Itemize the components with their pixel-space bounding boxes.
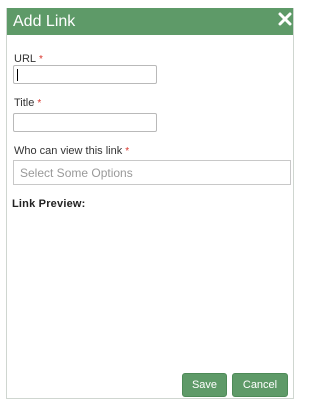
title-input[interactable] [13,113,157,132]
viewers-label: Who can view this link * [14,145,129,158]
url-required-marker: * [39,54,43,65]
add-link-dialog: Add Link URL * Title * Who can view this l… [6,8,294,399]
cancel-button[interactable]: Cancel [232,373,288,397]
viewers-select[interactable]: Select Some Options [13,160,291,185]
title-label-text: Title [14,97,35,109]
close-icon[interactable] [278,12,292,26]
url-input[interactable] [13,65,157,84]
url-label-text: URL [14,53,37,65]
dialog-title: Add Link [13,13,76,30]
viewers-label-text: Who can view this link [14,145,123,157]
dialog-header: Add Link [7,8,293,35]
viewers-required-marker: * [125,146,130,157]
link-preview-label: Link Preview: [12,198,86,210]
title-required-marker: * [37,98,42,109]
title-label: Title * [14,97,41,110]
save-button[interactable]: Save [182,373,227,397]
text-cursor [17,69,18,81]
viewers-select-placeholder: Select Some Options [20,166,133,180]
